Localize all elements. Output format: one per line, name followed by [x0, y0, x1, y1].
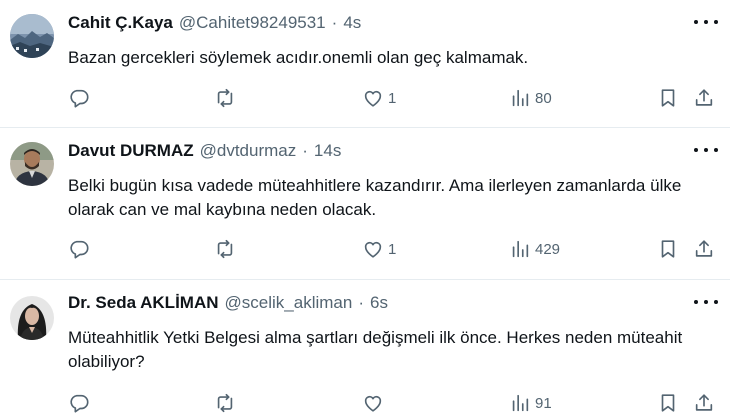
- action-bar: 1 80: [0, 85, 730, 111]
- reply-button[interactable]: [68, 236, 90, 262]
- share-button[interactable]: [693, 85, 715, 111]
- user-handle[interactable]: @dvtdurmaz: [200, 141, 297, 160]
- like-button[interactable]: 1: [362, 236, 396, 262]
- view-count: 429: [535, 240, 561, 258]
- retweet-icon: [217, 239, 233, 259]
- retweet-button[interactable]: [214, 236, 236, 262]
- display-name[interactable]: Davut DURMAZ: [68, 141, 194, 160]
- avatar-image: [10, 296, 54, 340]
- bookmark-icon: [661, 394, 675, 412]
- user-handle[interactable]: @scelik_akliman: [225, 293, 353, 312]
- tweet-text: Belki bugün kısa vadede müteahhitlere ka…: [68, 176, 682, 219]
- bookmark-button[interactable]: [657, 236, 679, 262]
- avatar[interactable]: [10, 142, 54, 186]
- like-count: 1: [388, 240, 397, 258]
- timestamp[interactable]: 6s: [370, 293, 388, 312]
- heart-icon: [364, 241, 382, 258]
- view-count: 91: [535, 394, 552, 412]
- share-button[interactable]: [693, 390, 715, 416]
- views-icon: [512, 89, 529, 107]
- share-button[interactable]: [693, 236, 715, 262]
- retweet-icon: [217, 393, 233, 413]
- display-name[interactable]: Dr. Seda AKLİMAN: [68, 293, 219, 312]
- user-handle[interactable]: @Cahitet98249531: [179, 13, 326, 32]
- bookmark-button[interactable]: [657, 390, 679, 416]
- display-name[interactable]: Cahit Ç.Kaya: [68, 13, 173, 32]
- avatar[interactable]: [10, 14, 54, 58]
- separator: ·: [331, 13, 338, 32]
- retweet-button[interactable]: [214, 85, 236, 111]
- heart-icon: [364, 90, 382, 107]
- tweet-text: Müteahhitlik Yetki Belgesi alma şartları…: [68, 328, 683, 371]
- like-button[interactable]: [362, 390, 388, 416]
- retweet-button[interactable]: [214, 390, 236, 416]
- like-button[interactable]: 1: [362, 85, 396, 111]
- reply-icon: [70, 394, 89, 413]
- share-icon: [695, 240, 713, 257]
- share-icon: [695, 394, 713, 411]
- tweet-header: Davut DURMAZ @dvtdurmaz · 14s: [68, 140, 670, 162]
- bookmark-icon: [661, 240, 675, 258]
- more-icon[interactable]: [694, 14, 718, 30]
- tweet-header: Cahit Ç.Kaya @Cahitet98249531 · 4s: [68, 12, 670, 34]
- action-bar: 1 429: [0, 236, 730, 262]
- reply-icon: [70, 89, 89, 108]
- views-icon: [512, 240, 529, 258]
- views-icon: [512, 394, 529, 412]
- tweet-text: Bazan gercekleri söylemek acıdır.onemli …: [68, 48, 529, 67]
- avatar-image: [10, 142, 54, 186]
- avatar[interactable]: [10, 296, 54, 340]
- separator: ·: [302, 141, 308, 160]
- tweet[interactable]: Dr. Seda AKLİMAN @scelik_akliman · 6s Mütea…: [0, 280, 730, 420]
- views-button[interactable]: 80: [509, 85, 552, 111]
- action-bar: 91: [0, 390, 730, 416]
- timestamp[interactable]: 4s: [343, 13, 361, 32]
- tweet[interactable]: Davut DURMAZ @dvtdurmaz · 14s Belki bugün k…: [0, 128, 730, 280]
- tweet-header: Dr. Seda AKLİMAN @scelik_akliman · 6s: [68, 292, 670, 314]
- timestamp[interactable]: 14s: [314, 141, 341, 160]
- retweet-icon: [217, 88, 233, 108]
- view-count: 80: [535, 89, 552, 107]
- like-count: 1: [388, 89, 397, 107]
- heart-icon: [364, 395, 382, 412]
- separator: ·: [358, 293, 364, 312]
- views-button[interactable]: 91: [509, 390, 552, 416]
- more-icon[interactable]: [694, 294, 718, 310]
- reply-icon: [70, 240, 89, 259]
- reply-button[interactable]: [68, 85, 90, 111]
- tweet[interactable]: Cahit Ç.Kaya @Cahitet98249531 · 4s Bazan ge…: [0, 0, 730, 128]
- bookmark-button[interactable]: [657, 85, 679, 111]
- reply-button[interactable]: [68, 390, 90, 416]
- more-icon[interactable]: [694, 142, 718, 158]
- avatar-image: [10, 14, 54, 58]
- views-button[interactable]: 429: [509, 236, 560, 262]
- bookmark-icon: [661, 89, 675, 107]
- share-icon: [695, 89, 713, 106]
